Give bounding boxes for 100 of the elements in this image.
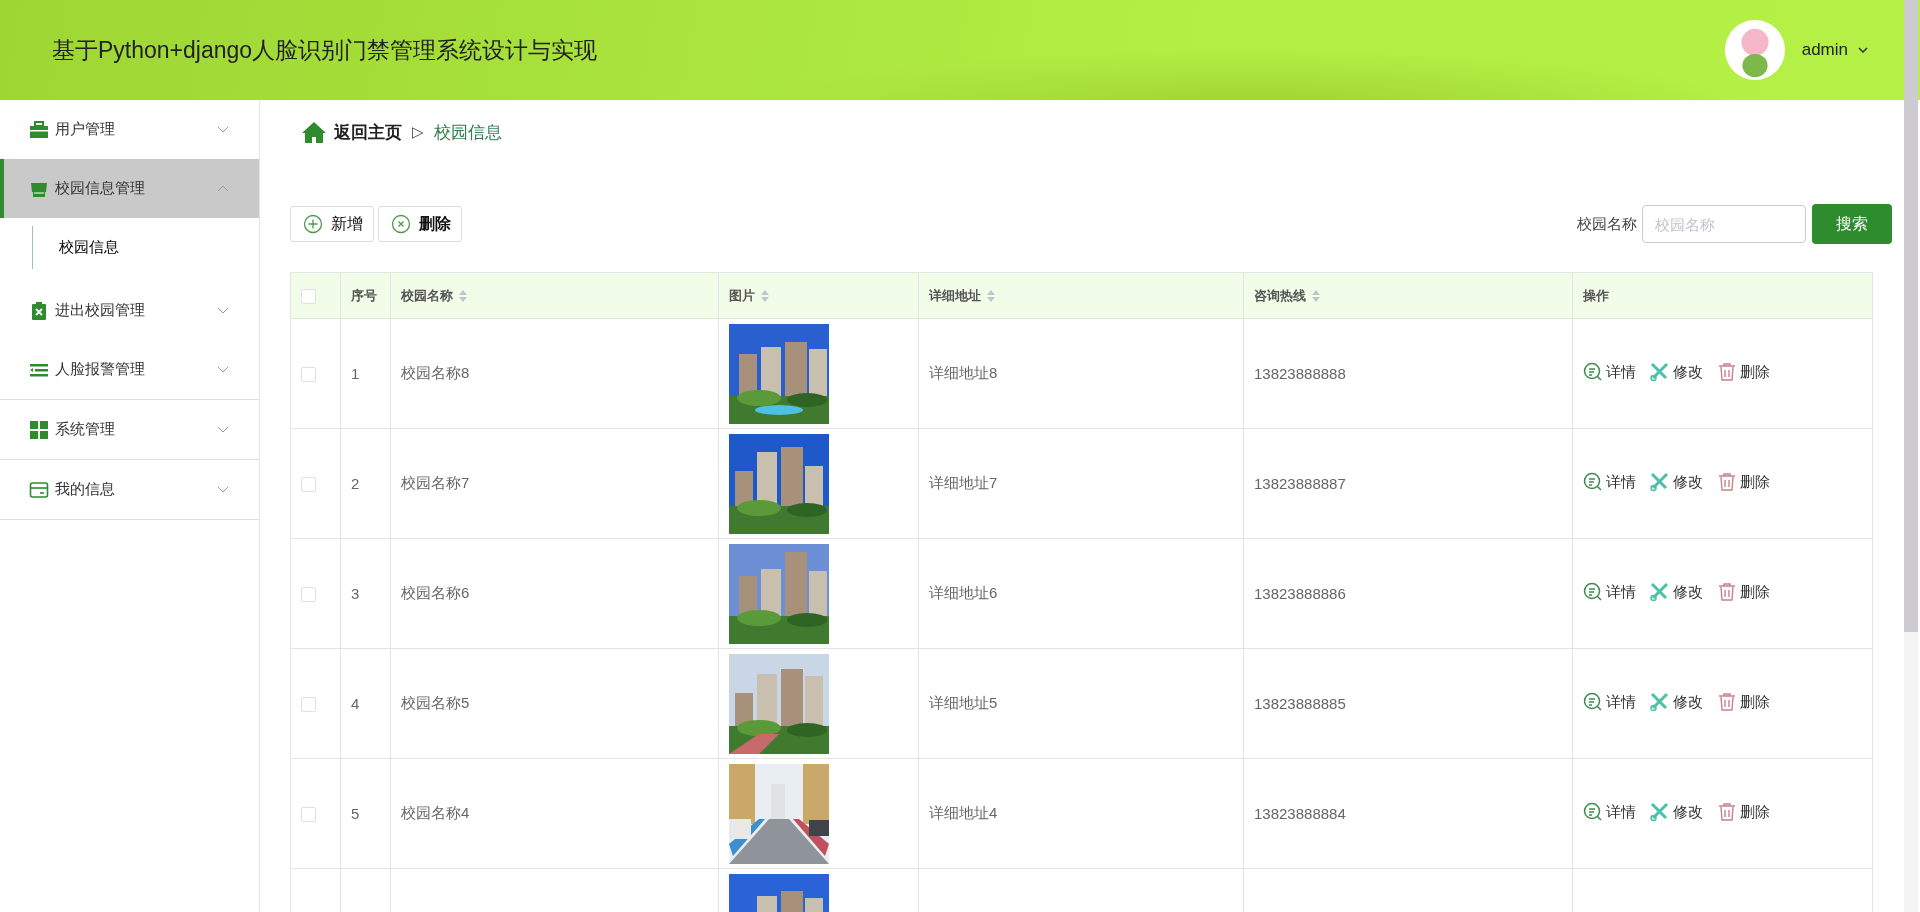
address-text: 详细地址6 (929, 584, 998, 601)
trash-icon (1717, 582, 1737, 602)
sort-icon (459, 289, 467, 302)
sidebar-item[interactable]: 用户管理 (0, 100, 259, 159)
search-detail-icon (1583, 802, 1603, 822)
campus-name: 校园名称4 (401, 804, 470, 821)
row-checkbox[interactable] (301, 587, 316, 603)
submenu-item[interactable]: 校园信息 (32, 226, 259, 269)
row-number: 5 (351, 805, 360, 822)
delete-link[interactable]: 删除 (1717, 472, 1770, 492)
edit-link[interactable]: 修改 (1650, 362, 1703, 382)
search-detail-icon (1583, 582, 1603, 602)
tools-icon (1650, 582, 1670, 602)
breadcrumb-current: 校园信息 (433, 121, 502, 144)
details-link[interactable]: 详情 (1583, 582, 1636, 602)
edit-link[interactable]: 修改 (1650, 802, 1703, 822)
row-checkbox[interactable] (301, 697, 316, 713)
home-icon (302, 121, 326, 143)
row-checkbox[interactable] (301, 807, 316, 823)
details-link[interactable]: 详情 (1583, 802, 1636, 822)
menu-label: 我的信息 (55, 480, 116, 499)
search-detail-icon (1583, 362, 1603, 382)
row-number: 4 (351, 695, 360, 712)
briefcase-icon (29, 119, 49, 140)
search-detail-icon (1583, 692, 1603, 712)
details-link[interactable]: 详情 (1583, 692, 1636, 712)
campus-name: 校园名称5 (401, 694, 470, 711)
plus-circle-icon (303, 214, 323, 234)
sidebar-item[interactable]: 我的信息 (0, 460, 259, 519)
column-header[interactable]: 操作 (1583, 286, 1609, 305)
row-checkbox[interactable] (301, 477, 316, 493)
delete-button[interactable]: 删除 (378, 206, 462, 242)
row-number: 1 (351, 365, 360, 382)
avatar-icon (1723, 19, 1786, 81)
phone-number: 13823888884 (1254, 805, 1346, 822)
add-button[interactable]: 新增 (290, 206, 374, 242)
user-menu[interactable]: admin (1801, 40, 1848, 60)
edit-link[interactable]: 修改 (1650, 692, 1703, 712)
sort-icon (987, 289, 995, 302)
column-header[interactable]: 图片 (729, 286, 769, 305)
home-link[interactable]: 返回主页 (302, 120, 402, 144)
campus-name: 校园名称8 (401, 364, 470, 381)
tools-icon (1650, 362, 1670, 382)
menu-label: 用户管理 (55, 120, 116, 139)
row-number: 2 (351, 475, 360, 492)
edit-link[interactable]: 修改 (1650, 582, 1703, 602)
trash-icon (1717, 472, 1737, 492)
menu-label: 校园信息管理 (55, 179, 146, 198)
phone-number: 13823888887 (1254, 475, 1346, 492)
delete-link[interactable]: 删除 (1717, 362, 1770, 382)
select-all-checkbox[interactable] (301, 288, 316, 304)
search-label: 校园名称 (1577, 214, 1637, 234)
address-text: 详细地址7 (929, 474, 998, 491)
delete-link[interactable]: 删除 (1717, 692, 1770, 712)
app-title: 基于Python+django人脸识别门禁管理系统设计与实现 (52, 35, 598, 65)
phone-number: 13823888886 (1254, 585, 1346, 602)
search-field[interactable]: 校园名称 (1642, 205, 1806, 243)
card-icon (29, 479, 49, 500)
caret-down-icon (1858, 47, 1868, 53)
grid-icon (29, 419, 49, 440)
column-header[interactable]: 校园名称 (401, 286, 467, 305)
sort-icon (761, 289, 769, 302)
sidebar-item[interactable]: 人脸报警管理 (0, 340, 259, 399)
menu-label: 人脸报警管理 (55, 360, 146, 379)
column-header[interactable]: 咨询热线 (1254, 286, 1320, 305)
chevron-down-icon (217, 126, 229, 133)
scrollbar[interactable] (1904, 0, 1918, 912)
x-circle-icon (391, 214, 411, 234)
row-number: 3 (351, 585, 360, 602)
search-detail-icon (1583, 472, 1603, 492)
phone-number: 13823888888 (1254, 365, 1346, 382)
sidebar-item[interactable]: 校园信息管理 (0, 159, 259, 218)
sidebar-item[interactable]: 进出校园管理 (0, 281, 259, 340)
edit-link[interactable]: 修改 (1650, 472, 1703, 492)
details-link[interactable]: 详情 (1583, 472, 1636, 492)
sidebar-item[interactable]: 系统管理 (0, 400, 259, 459)
breadcrumb-separator: ▷ (412, 123, 424, 141)
search-button[interactable]: 搜索 (1812, 204, 1892, 244)
tools-icon (1650, 802, 1670, 822)
scrollbar-thumb[interactable] (1904, 0, 1918, 632)
trash-icon (1717, 362, 1737, 382)
clipboard-icon (29, 300, 49, 321)
phone-number: 13823888885 (1254, 695, 1346, 712)
address-text: 详细地址5 (929, 694, 998, 711)
address-text: 详细地址8 (929, 364, 998, 381)
chevron-down-icon (217, 366, 229, 373)
campus-name: 校园名称7 (401, 474, 470, 491)
details-link[interactable]: 详情 (1583, 362, 1636, 382)
delete-link[interactable]: 删除 (1717, 582, 1770, 602)
trash-icon (1717, 802, 1737, 822)
menu-label: 进出校园管理 (55, 301, 146, 320)
address-text: 详细地址4 (929, 804, 998, 821)
tools-icon (1650, 472, 1670, 492)
delete-link[interactable]: 删除 (1717, 802, 1770, 822)
trash-icon (1717, 692, 1737, 712)
menu-label: 系统管理 (55, 420, 116, 439)
chevron-down-icon (217, 426, 229, 433)
column-header[interactable]: 详细地址 (929, 286, 995, 305)
chevron-down-icon (217, 307, 229, 314)
row-checkbox[interactable] (301, 367, 316, 383)
